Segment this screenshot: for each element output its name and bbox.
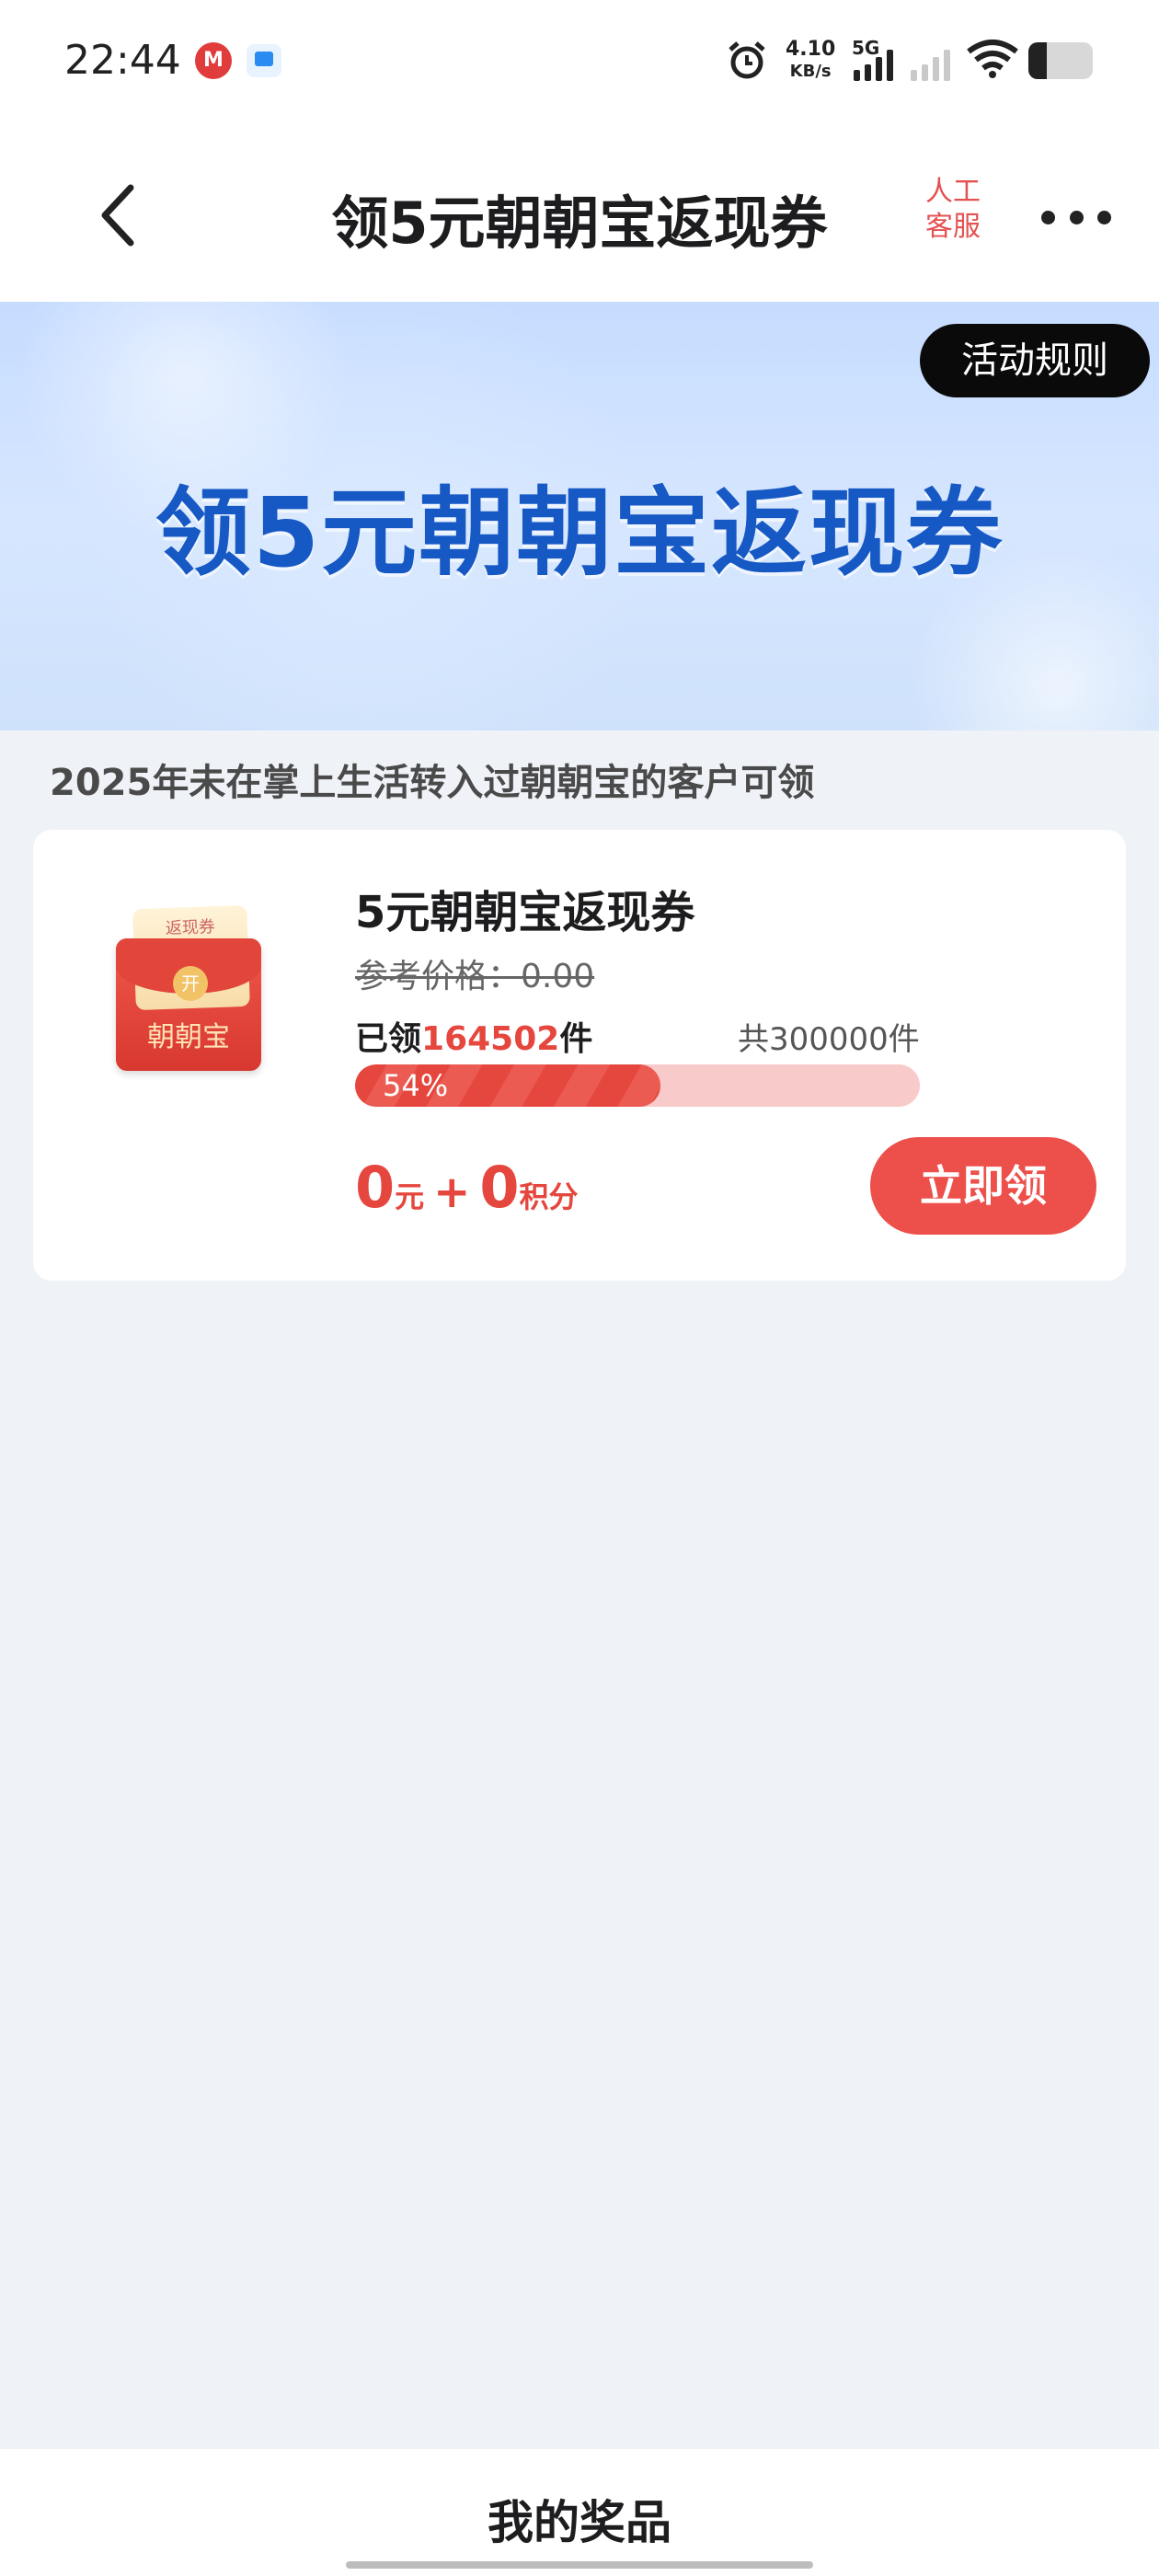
cmb-bank-icon: M [195,42,232,79]
price-plus: + [433,1167,471,1218]
app-notification-icon [247,44,281,77]
price-points-unit: 积分 [519,1179,579,1214]
bottom-bar: 我的奖品 [0,2449,1159,2576]
price-cash-unit: 元 [395,1179,425,1214]
banner-title: 领5元朝朝宝返现券 [155,477,1004,589]
progress-label: 54% [383,1068,449,1103]
status-time: 22:44 [64,37,181,84]
eligibility-text: 2025年未在掌上生活转入过朝朝宝的客户可领 [50,762,815,804]
total-count: 共300000件 [738,1021,920,1058]
my-prizes-button[interactable]: 我的奖品 [0,2486,1159,2552]
alarm-icon [729,41,765,79]
price: 0元 +0积分 [355,1154,579,1221]
more-icon[interactable] [1041,208,1111,226]
claimed-count: 已领164502件 [355,1012,592,1060]
voucher-ticket-label: 返现券 [165,917,216,938]
activity-rules-button[interactable]: 活动规则 [920,324,1150,397]
customer-service-button[interactable]: 人工 客服 [916,175,990,245]
network-speed-value: 4.10 [786,38,836,61]
customer-service-label-2: 客服 [925,211,981,243]
signal-icon [854,48,893,81]
product-image: 返现券 ¥5 开 朝朝宝 [63,876,311,1124]
reference-price: 参考价格：0.00 [355,958,595,995]
network-speed-unit: KB/s [789,62,832,81]
promo-banner: 领5元朝朝宝返现券 活动规则 [0,302,1159,730]
claim-now-button[interactable]: 立即领 [870,1137,1096,1235]
home-indicator[interactable] [346,2561,813,2569]
claim-progress-bar: 54% [355,1064,920,1107]
price-points: 0 [479,1154,520,1221]
envelope-seal: 开 [173,966,208,1001]
envelope-brand: 朝朝宝 [147,1021,230,1053]
back-icon[interactable] [92,178,147,252]
claimed-prefix: 已领 [355,1020,422,1058]
battery-icon [1028,42,1093,79]
customer-service-label-1: 人工 [925,176,981,208]
claimed-number: 164502 [421,1020,560,1058]
wifi-icon [967,40,1018,78]
red-envelope-icon: 返现券 ¥5 开 朝朝宝 [116,904,261,1071]
product-title: 5元朝朝宝返现券 [355,887,695,938]
product-card: 返现券 ¥5 开 朝朝宝 5元朝朝宝返现券 参考价格：0.00 已领164502… [33,830,1126,1281]
network-speed: 4.10 KB/s [786,39,835,83]
status-bar: 22:44 M 4.10 KB/s 5G [0,0,1159,129]
price-cash: 0 [355,1154,396,1221]
nav-bar: 领5元朝朝宝返现券 人工 客服 [0,129,1159,302]
signal-secondary-icon [911,48,950,81]
claimed-suffix: 件 [559,1020,593,1058]
